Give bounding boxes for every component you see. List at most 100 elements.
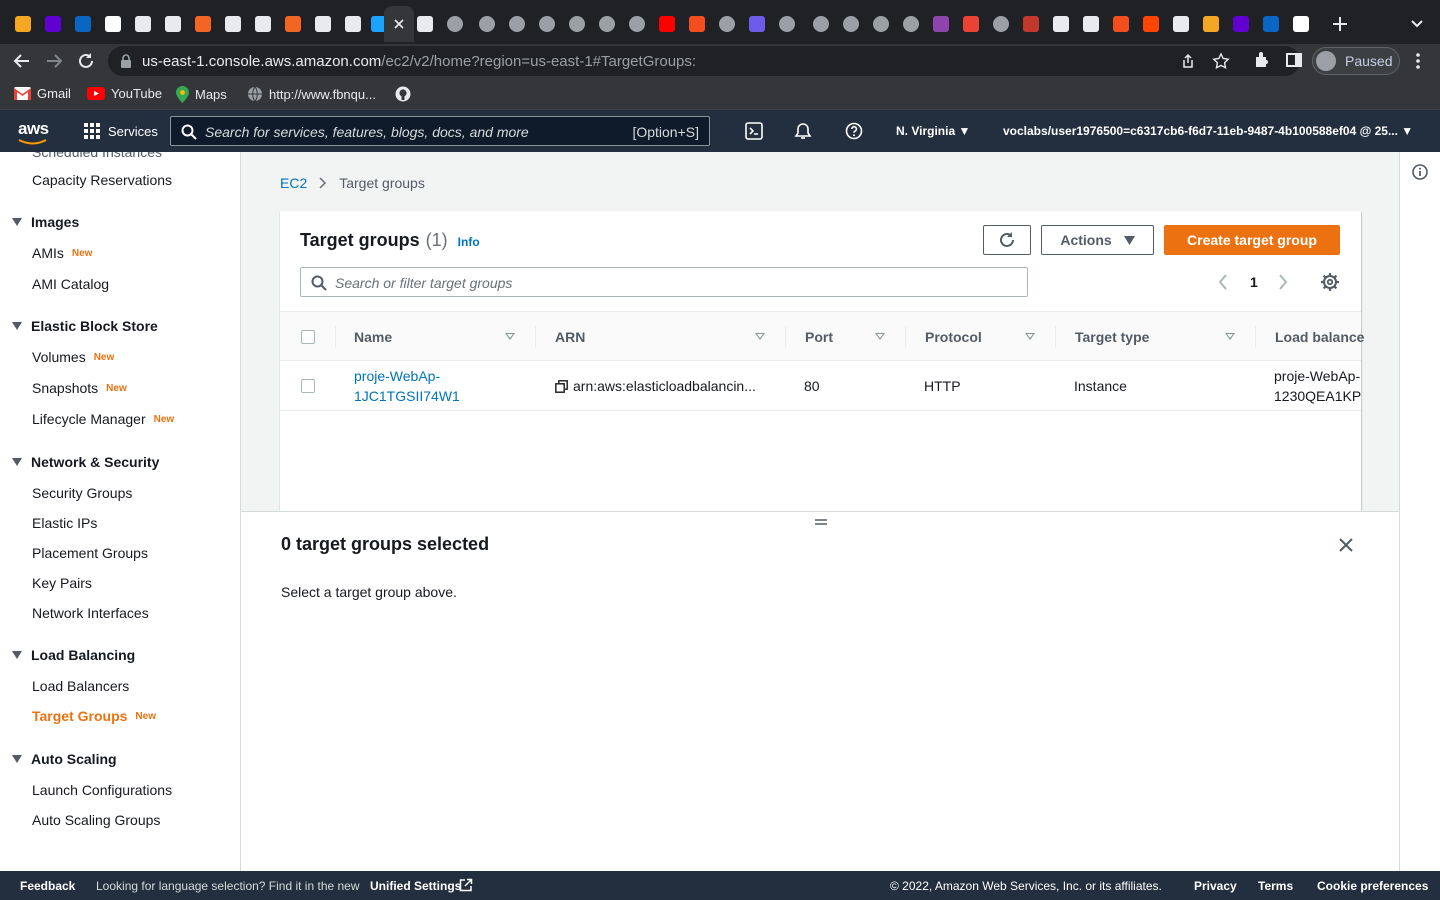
sidebar-section-network-security[interactable]: Network & Security: [12, 454, 159, 470]
browser-tab[interactable]: [1286, 6, 1316, 42]
browser-tab[interactable]: [218, 6, 248, 42]
browser-tab[interactable]: [38, 6, 68, 42]
refresh-button[interactable]: [983, 225, 1031, 255]
column-header-protocol[interactable]: Protocol: [925, 312, 982, 362]
column-header-arn[interactable]: ARN: [555, 312, 585, 362]
reload-icon[interactable]: [76, 51, 96, 71]
browser-tab[interactable]: [158, 6, 188, 42]
table-row[interactable]: proje-WebAp- 1JC1TGSII74W1 arn:aws:elast…: [280, 361, 1361, 411]
sidebar-item-auto-scaling-groups[interactable]: Auto Scaling Groups: [32, 812, 160, 828]
bookmark-star-icon[interactable]: [1212, 52, 1230, 70]
sidebar-item-amis[interactable]: AMIs New: [32, 245, 92, 261]
browser-tab[interactable]: [742, 6, 772, 42]
aws-search-input[interactable]: Search for services, features, blogs, do…: [170, 116, 710, 146]
info-circle-icon[interactable]: [1412, 164, 1428, 180]
column-header-target-type[interactable]: Target type: [1075, 312, 1149, 362]
browser-tab[interactable]: [1106, 6, 1136, 42]
close-tab-icon[interactable]: [393, 18, 405, 30]
bookmark-gmail[interactable]: Gmail: [14, 86, 71, 101]
sort-icon[interactable]: [1225, 333, 1235, 340]
sidebar-section-images[interactable]: Images: [12, 214, 79, 230]
tab-search-button[interactable]: [1402, 6, 1432, 42]
cloudshell-icon[interactable]: [745, 122, 763, 140]
privacy-link[interactable]: Privacy: [1194, 879, 1237, 893]
browser-tab[interactable]: [410, 6, 440, 42]
sidebar-item-launch-configurations[interactable]: Launch Configurations: [32, 782, 172, 798]
new-tab-button[interactable]: [1325, 6, 1355, 42]
browser-tab[interactable]: [1256, 6, 1286, 42]
extensions-icon[interactable]: [1253, 51, 1271, 69]
actions-button[interactable]: Actions: [1041, 225, 1154, 255]
feedback-link[interactable]: Feedback: [20, 879, 75, 893]
browser-tab[interactable]: [562, 6, 592, 42]
browser-tab[interactable]: [712, 6, 742, 42]
sort-icon[interactable]: [755, 333, 765, 340]
browser-tab[interactable]: [128, 6, 158, 42]
forward-icon[interactable]: [44, 51, 64, 71]
create-target-group-button[interactable]: Create target group: [1164, 225, 1340, 255]
select-all-checkbox[interactable]: [301, 330, 315, 344]
browser-tab[interactable]: [278, 6, 308, 42]
browser-tab[interactable]: [1226, 6, 1256, 42]
sidebar-section-elastic-block-store[interactable]: Elastic Block Store: [12, 318, 158, 334]
help-icon[interactable]: [845, 122, 863, 140]
current-page[interactable]: 1: [1250, 274, 1258, 290]
browser-tab[interactable]: [1166, 6, 1196, 42]
browser-tab[interactable]: [896, 6, 926, 42]
copy-icon[interactable]: [555, 380, 568, 393]
info-link[interactable]: Info: [458, 235, 480, 249]
github-icon[interactable]: [395, 86, 411, 102]
sidebar-item-ami-catalog[interactable]: AMI Catalog: [32, 276, 109, 292]
bookmark-youtube[interactable]: YouTube: [87, 86, 162, 101]
bookmark-maps[interactable]: Maps: [176, 86, 227, 103]
browser-menu-icon[interactable]: [1410, 52, 1426, 70]
side-panel-icon[interactable]: [1285, 51, 1303, 69]
browser-tab[interactable]: [806, 6, 836, 42]
resize-handle-icon[interactable]: [814, 518, 828, 526]
column-header-port[interactable]: Port: [805, 312, 833, 362]
sidebar-item-load-balancers[interactable]: Load Balancers: [32, 678, 129, 694]
browser-tab[interactable]: [248, 6, 278, 42]
sidebar-item-lifecycle-manager[interactable]: Lifecycle Manager New: [32, 411, 174, 427]
browser-tab[interactable]: [68, 6, 98, 42]
aws-logo[interactable]: aws: [18, 119, 49, 139]
sort-icon[interactable]: [505, 333, 515, 340]
browser-tab[interactable]: [926, 6, 956, 42]
sort-icon[interactable]: [1025, 333, 1035, 340]
browser-tab[interactable]: [1136, 6, 1166, 42]
browser-tab[interactable]: [188, 6, 218, 42]
unified-settings-link[interactable]: Unified Settings: [370, 879, 461, 893]
browser-tab[interactable]: [592, 6, 622, 42]
browser-tab[interactable]: [502, 6, 532, 42]
browser-tab[interactable]: [772, 6, 802, 42]
browser-tab[interactable]: [1196, 6, 1226, 42]
browser-tab[interactable]: [836, 6, 866, 42]
profile-button[interactable]: Paused: [1312, 47, 1400, 75]
sidebar-section-load-balancing[interactable]: Load Balancing: [12, 647, 135, 663]
sidebar-item-target-groups[interactable]: Target Groups New: [32, 708, 156, 724]
region-selector[interactable]: N. Virginia ▼: [896, 124, 970, 138]
browser-tab[interactable]: [8, 6, 38, 42]
terms-link[interactable]: Terms: [1258, 879, 1293, 893]
browser-tab[interactable]: [956, 6, 986, 42]
sidebar-item-network-interfaces[interactable]: Network Interfaces: [32, 605, 149, 621]
breadcrumb-ec2-link[interactable]: EC2: [280, 175, 307, 191]
lock-icon[interactable]: [120, 54, 132, 68]
sidebar-item-placement-groups[interactable]: Placement Groups: [32, 545, 148, 561]
sidebar-item-capacity-reservations[interactable]: Capacity Reservations: [32, 172, 172, 188]
browser-tab[interactable]: [472, 6, 502, 42]
row-checkbox[interactable]: [301, 379, 315, 393]
account-menu[interactable]: voclabs/user1976500=c6317cb6-f6d7-11eb-9…: [1003, 124, 1413, 138]
browser-tab[interactable]: [440, 6, 470, 42]
browser-tab[interactable]: [1016, 6, 1046, 42]
services-grid-icon[interactable]: [84, 123, 100, 139]
bookmark-fbnqu[interactable]: http://www.fbnqu...: [247, 86, 376, 102]
sidebar-item-key-pairs[interactable]: Key Pairs: [32, 575, 92, 591]
browser-tab[interactable]: [682, 6, 712, 42]
address-bar[interactable]: us-east-1.console.aws.amazon.com/ec2/v2/…: [108, 46, 1300, 76]
sidebar-item-security-groups[interactable]: Security Groups: [32, 485, 132, 501]
browser-tab[interactable]: [532, 6, 562, 42]
target-groups-filter-input[interactable]: Search or filter target groups: [300, 267, 1028, 297]
sidebar-item-scheduled-instances[interactable]: Scheduled Instances: [32, 152, 162, 160]
column-header-name[interactable]: Name: [354, 312, 392, 362]
